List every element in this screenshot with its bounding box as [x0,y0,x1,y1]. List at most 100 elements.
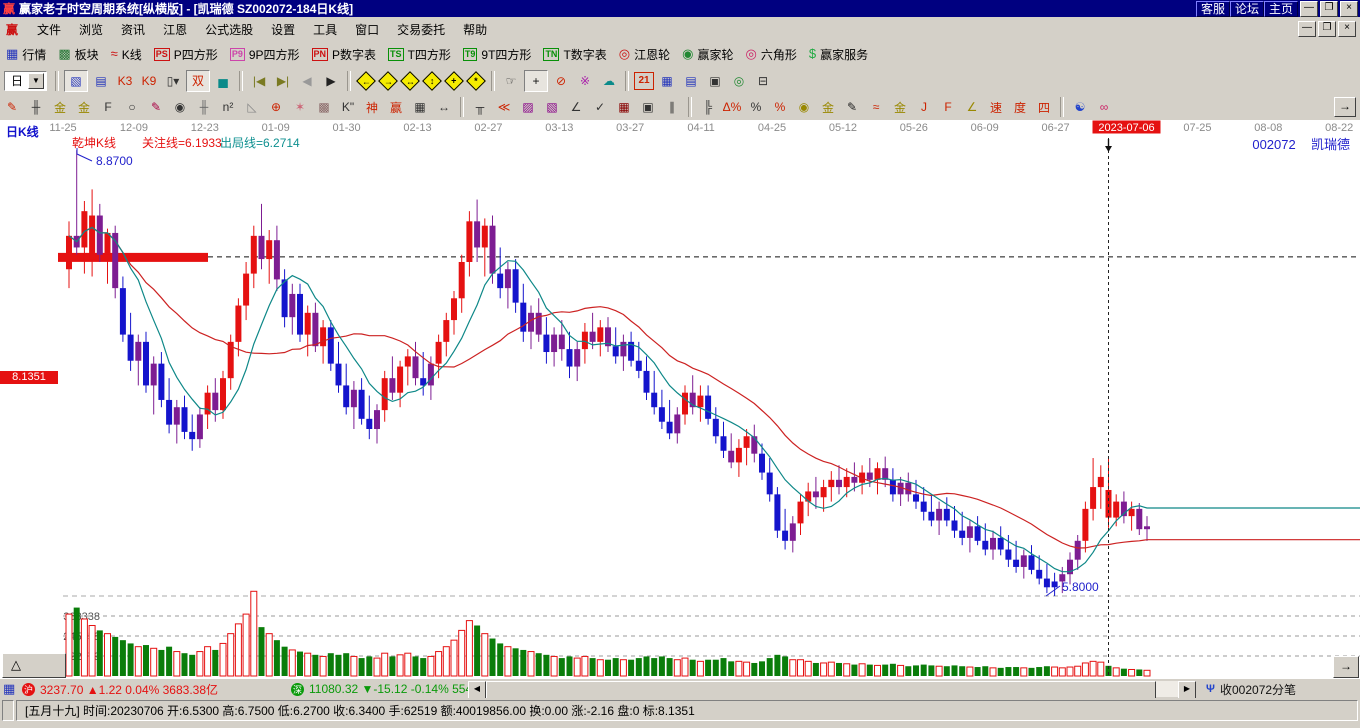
time-cycle-tool[interactable]: ○ [121,97,143,117]
kline-button[interactable]: ≈ K线 [105,43,148,65]
protractor-tool[interactable]: ◺ [241,97,263,117]
crosshair-button[interactable]: + [524,69,549,92]
homepage-button[interactable]: 主页 [1263,0,1298,17]
four-angle-tool[interactable]: 四 [1033,97,1055,117]
zoom-vertical-diamond-button[interactable]: ↕ [422,70,442,91]
gold-angle-tool[interactable]: ∠ [961,97,983,117]
n-square-tool[interactable]: n² [217,97,239,117]
ink-brush-tool[interactable]: ✎ [841,97,863,117]
pan-hand-button[interactable]: ☞ [500,71,522,91]
menu-browse[interactable]: 浏览 [70,19,112,40]
time-target-tool[interactable]: ◉ [169,97,191,117]
gann-wheel-button[interactable]: ◎ 江恩轮 [613,43,676,65]
dense-grid-tool[interactable]: ▦ [613,97,635,117]
first-page-button[interactable]: |◀ [248,71,270,91]
scroll-thumb[interactable] [486,681,1156,699]
menu-news[interactable]: 资讯 [112,19,154,40]
k-angle-tool[interactable]: K" [337,97,359,117]
corner-grid-tool[interactable]: ▣ [637,97,659,117]
pn-table-button[interactable]: PN P数字表 [306,43,383,65]
h-extend-tool[interactable]: ↔ [433,97,455,117]
menu-trade[interactable]: 交易委托 [388,19,454,40]
taichi-tool[interactable]: ☯ [1069,97,1091,117]
zoom-out-button[interactable]: ⊘ [550,71,572,91]
color-volume-button[interactable]: ▅ [212,71,234,91]
gold-circle-tool[interactable]: ◉ [793,97,815,117]
price-ruler-tool[interactable]: ╫ [25,97,47,117]
save-button[interactable]: ▣ [704,71,726,91]
gold-mid-line-tool[interactable]: 金 [889,97,911,117]
winner-service-button[interactable]: $ 赢家服务 [803,43,874,65]
forum-button[interactable]: 论坛 [1229,0,1264,17]
t9-square-button[interactable]: T9 9T四方形 [457,43,538,65]
shrink-right-diamond-button[interactable]: → [378,70,398,91]
spider-web-tool[interactable]: ▩ [313,97,335,117]
price-bars-tool[interactable]: ╫ [193,97,215,117]
quotes-button[interactable]: ▦ 行情 [0,43,52,65]
print-button[interactable]: ⊟ [752,71,774,91]
hexagon-button[interactable]: ◎ 六角形 [740,43,803,65]
speed-line-tool[interactable]: 速 [985,97,1007,117]
sectors-button[interactable]: ▩ 板块 [52,43,104,65]
kline-chart[interactable]: 11-25 12-09 12-23 01-09 01-30 02-13 02-27 03-13… [0,120,1360,678]
close-button[interactable]: × [1340,0,1358,17]
calendar-button[interactable]: 21 [634,71,655,90]
zoom-in-diamond-button[interactable]: + [444,70,464,91]
minimize-button[interactable]: — [1300,0,1318,17]
winner-wheel-button[interactable]: ◉ 赢家轮 [676,43,739,65]
candle-style-combo[interactable]: ▯▾ [162,71,184,91]
number-grid-tool[interactable]: ▦ [409,97,431,117]
fan-square-tool[interactable]: ▧ [541,97,563,117]
support-button[interactable]: 客服 [1195,0,1230,17]
shen-grid-tool[interactable]: 神 [361,97,383,117]
menu-settings[interactable]: 设置 [262,19,304,40]
p9-square-button[interactable]: P9 9P四方形 [224,43,306,65]
gold-price-grid-tool[interactable]: 金 [73,97,95,117]
pct-triangle-tool[interactable]: Δ% [721,97,743,117]
pillar-gate-tool[interactable]: ╥ [469,97,491,117]
scroll-left-button[interactable]: ◀ [468,681,486,699]
j-line-tool[interactable]: J [913,97,935,117]
shrink-left-diamond-button[interactable]: ← [356,70,376,91]
alert-corner-button[interactable]: △ [2,653,66,678]
ps-square-button[interactable]: PS P四方形 [148,43,224,65]
angle-brush-tool[interactable]: ✎ [145,97,167,117]
toolbar-overflow-button[interactable]: → [1334,97,1356,117]
kline-9-button[interactable]: K9 [138,71,160,91]
menu-help[interactable]: 帮助 [454,19,496,40]
gold-percent-tool[interactable]: % [769,97,791,117]
calculator-button[interactable]: ▦ [656,71,678,91]
next-page-button[interactable]: ▶ [320,71,342,91]
gann-pencil-tool[interactable]: ✎ [1,97,23,117]
wave-lines-tool[interactable]: ≈ [865,97,887,117]
chevron-down-icon[interactable]: ▼ [28,72,45,89]
scroll-right-button[interactable]: ▶ [1178,681,1196,699]
dual-kline-toggle[interactable]: 双 [186,69,211,92]
yinyang-kline-toggle[interactable]: ▧ [64,69,89,92]
infinity-tool[interactable]: ∞ [1093,97,1115,117]
gold-ratio-grid-tool[interactable]: 金 [49,97,71,117]
chart-right-arrow-button[interactable]: → [1333,656,1359,678]
f-price-grid-tool[interactable]: F [97,97,119,117]
menu-formula-pick[interactable]: 公式选股 [196,19,262,40]
menu-tools[interactable]: 工具 [304,19,346,40]
kline-3-button[interactable]: K3 [114,71,136,91]
check-lines-tool[interactable]: ✓ [589,97,611,117]
parallel-lines-tool[interactable]: ∥ [661,97,683,117]
notepad-button[interactable]: ▤ [680,71,702,91]
tn-table-button[interactable]: TN T数字表 [537,43,612,65]
child-restore-button[interactable]: ❐ [1318,21,1336,37]
ray-fan-tool[interactable]: ≪ [493,97,515,117]
child-minimize-button[interactable]: — [1298,21,1316,37]
fan-box-tool[interactable]: ▨ [517,97,539,117]
horizontal-scrollbar[interactable]: ◀ ▶ [468,681,1196,699]
gold-levels-tool[interactable]: 金 [817,97,839,117]
cloud-map-button[interactable]: ☁ [598,71,620,91]
stock-info-button[interactable]: ▤ [90,71,112,91]
tick-view-label[interactable]: 收002072分笔 [1220,679,1296,699]
zoom-horizontal-diamond-button[interactable]: ↔ [400,70,420,91]
menu-gann[interactable]: 江恩 [154,19,196,40]
child-close-button[interactable]: × [1338,21,1356,37]
last-page-button[interactable]: ▶| [272,71,294,91]
ts-square-button[interactable]: TS T四方形 [382,43,457,65]
